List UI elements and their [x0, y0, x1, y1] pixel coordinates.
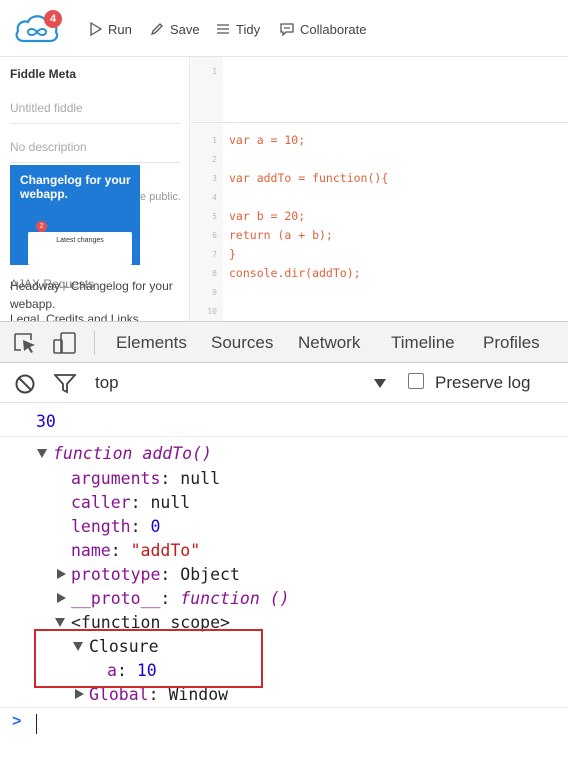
prompt-divider [0, 707, 568, 708]
tab-separator [94, 331, 95, 355]
ad-title: Changelog for your webapp. [20, 173, 131, 201]
html-gutter: 1 [191, 57, 223, 122]
code-line[interactable]: return (a + b); [229, 228, 333, 242]
prop-arguments: arguments: null [71, 469, 221, 488]
prop-value: null [180, 469, 221, 488]
expand-prototype-arrow-icon[interactable] [57, 569, 66, 579]
prop-key: length [71, 517, 131, 536]
context-selector[interactable]: top [95, 373, 119, 393]
line-number: 7 [212, 250, 217, 259]
clear-console-icon[interactable] [14, 373, 36, 395]
expand-scope-arrow-icon[interactable] [55, 618, 65, 627]
context-dropdown-arrow-icon[interactable] [374, 379, 386, 388]
legal-credits-link[interactable]: Legal, Credits and Links [10, 312, 139, 321]
line-number: 8 [212, 269, 217, 278]
ad-panel: Latest changes [28, 232, 132, 265]
save-label: Save [170, 21, 200, 37]
line-number: 4 [212, 193, 217, 202]
expand-function-arrow-icon[interactable] [37, 449, 47, 458]
public-note: e public. [140, 191, 181, 203]
tab-sources[interactable]: Sources [211, 333, 273, 353]
preserve-log-label: Preserve log [435, 373, 531, 392]
code-editor[interactable]: 1 1 var a = 10; 2 3 var addTo = function(){ 4… [191, 57, 568, 321]
prop-value: Object [180, 565, 240, 584]
ad-panel-text: Latest changes [56, 237, 104, 244]
tidy-button[interactable]: Tidy [216, 19, 260, 39]
prop-key: name [71, 541, 111, 560]
js-pane[interactable]: 1 var a = 10; 2 3 var addTo = function(){ 4 5 v… [191, 124, 568, 321]
lines-icon [217, 24, 229, 34]
console-result: 30 [36, 412, 56, 431]
closure-highlight-box [34, 629, 263, 688]
line-number: 6 [212, 231, 217, 240]
expand-proto-arrow-icon[interactable] [57, 593, 66, 603]
prop-value-parens: () [269, 589, 290, 608]
prop-caller: caller: null [71, 493, 191, 512]
console-input[interactable] [36, 714, 37, 734]
collaborate-button[interactable]: Collaborate [280, 19, 367, 39]
line-number: 2 [212, 155, 217, 164]
run-label: Run [108, 21, 132, 37]
fiddle-meta-title: Fiddle Meta [10, 67, 77, 81]
prop-value: null [150, 493, 191, 512]
code-line[interactable]: var addTo = function(){ [229, 171, 388, 185]
inspect-element-icon[interactable] [13, 332, 37, 354]
function-name: addTo() [142, 444, 212, 463]
code-line[interactable]: console.dir(addTo); [229, 266, 361, 280]
prop-value: 0 [150, 517, 161, 536]
line-number: 9 [212, 288, 217, 297]
tab-elements[interactable]: Elements [116, 333, 187, 353]
run-button[interactable]: Run [90, 19, 132, 39]
tab-timeline[interactable]: Timeline [391, 333, 455, 353]
prop-value-fn: function [180, 589, 260, 608]
headway-ad-card[interactable]: Changelog for your webapp. Latest change… [10, 165, 140, 265]
prop-proto[interactable]: __proto__: function () [71, 589, 290, 608]
line-number: 1 [212, 136, 217, 145]
prop-name: name: "addTo" [71, 541, 201, 560]
preserve-log-checkbox[interactable] [408, 373, 424, 389]
device-mode-icon[interactable] [53, 332, 77, 354]
prop-length: length: 0 [71, 517, 161, 536]
function-keyword: function [53, 444, 133, 463]
function-header[interactable]: function addTo() [53, 444, 212, 463]
prop-key: caller [71, 493, 131, 512]
top-toolbar: 4 Run Save Tidy Collaborate [0, 0, 568, 57]
expand-global-arrow-icon[interactable] [75, 689, 84, 699]
fiddle-name-input[interactable]: Untitled fiddle [10, 101, 180, 124]
prop-key: __proto__ [71, 589, 161, 608]
fiddle-description-input[interactable]: No description [10, 140, 180, 163]
play-icon [90, 22, 102, 36]
ad-badge: 2 [36, 221, 47, 232]
console-prompt-icon: > [12, 713, 22, 730]
code-line[interactable]: var a = 10; [229, 133, 305, 147]
fiddle-meta-sidebar: Fiddle Meta Untitled fiddle No descripti… [0, 57, 190, 321]
collaborate-label: Collaborate [300, 21, 367, 37]
devtools-tabbar: Elements Sources Network Timeline Profil… [0, 321, 568, 363]
prop-key: prototype [71, 565, 161, 584]
line-number: 10 [207, 307, 217, 316]
code-line[interactable]: } [229, 247, 236, 261]
save-button[interactable]: Save [150, 19, 200, 39]
prop-value: "addTo" [130, 541, 201, 560]
tidy-label: Tidy [236, 21, 261, 37]
html-pane[interactable]: 1 [191, 57, 568, 123]
log-divider [0, 436, 568, 437]
chat-bubble-icon [280, 23, 294, 36]
line-number: 1 [212, 67, 217, 76]
tab-profiles[interactable]: Profiles [483, 333, 540, 353]
ajax-requests-link[interactable]: AJAX Requests [10, 277, 94, 291]
prop-prototype[interactable]: prototype: Object [71, 565, 240, 584]
notification-badge: 4 [44, 10, 62, 28]
console-toolbar: top Preserve log [0, 363, 568, 403]
line-number: 5 [212, 212, 217, 221]
tab-network[interactable]: Network [298, 333, 360, 353]
filter-icon[interactable] [54, 374, 76, 394]
code-line[interactable]: var b = 20; [229, 209, 305, 223]
line-number: 3 [212, 174, 217, 183]
pencil-icon [150, 23, 163, 36]
prop-key: arguments [71, 469, 161, 488]
